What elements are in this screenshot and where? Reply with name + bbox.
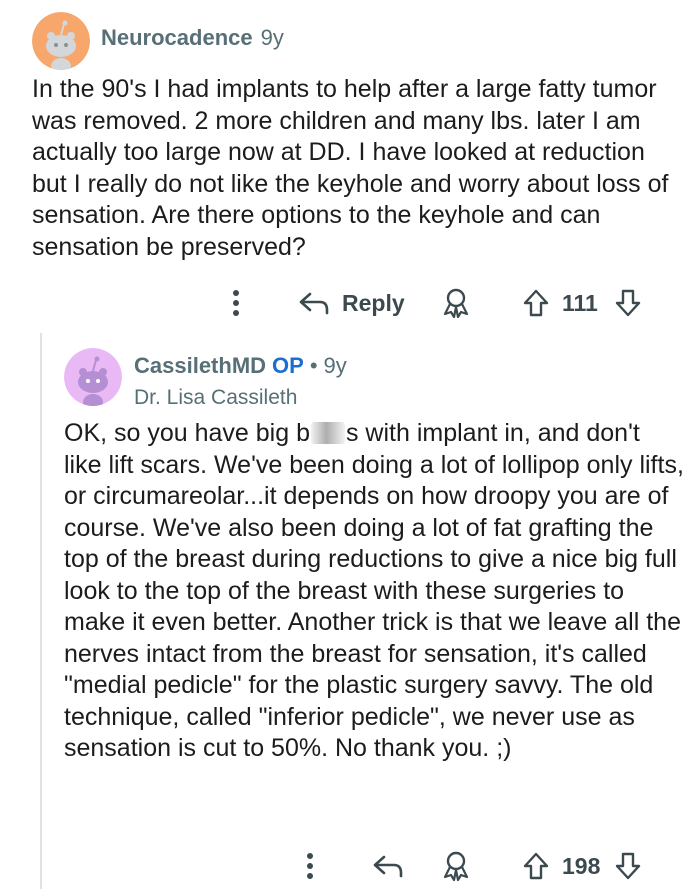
score-value: 111	[562, 289, 598, 316]
upvote-icon	[523, 852, 549, 880]
downvote-icon	[615, 289, 641, 317]
comment-actions: Reply 111	[0, 283, 700, 323]
more-options-button[interactable]	[300, 846, 320, 886]
downvote-button[interactable]	[614, 283, 642, 323]
comment-age: 9y	[260, 25, 284, 50]
reply-label: Reply	[342, 289, 405, 316]
reply-arrow-icon	[299, 292, 329, 315]
comment-body: OK, so you have big bs with implant in, …	[64, 418, 684, 765]
user-flair: Dr. Lisa Cassileth	[134, 386, 298, 409]
score-value: 198	[562, 852, 601, 879]
comment-body-rest: s with implant in, and don't like lift s…	[64, 419, 684, 762]
author-name[interactable]: CassilethMD	[134, 353, 266, 378]
censor-blur	[310, 422, 345, 444]
snoo-avatar-icon	[64, 348, 122, 406]
reply-arrow-icon	[373, 855, 403, 878]
op-badge: OP	[272, 353, 304, 378]
vote-score: 198	[562, 846, 600, 886]
downvote-icon	[615, 852, 641, 880]
award-button[interactable]	[442, 846, 470, 886]
upvote-button[interactable]	[522, 283, 550, 323]
avatar[interactable]	[32, 12, 90, 70]
separator: •	[309, 353, 318, 378]
more-options-button[interactable]	[226, 283, 246, 323]
comment-age: 9y	[323, 353, 347, 378]
comment-actions: 198	[0, 846, 700, 886]
award-button[interactable]	[442, 283, 470, 323]
vote-score: 111	[562, 283, 598, 323]
author-name[interactable]: Neurocadence	[101, 25, 253, 50]
award-icon	[443, 851, 469, 881]
comment-body-start: OK, so you have big b	[64, 419, 310, 447]
thread-line[interactable]	[40, 333, 42, 889]
comment-body: In the 90's I had implants to help after…	[32, 75, 669, 261]
upvote-icon	[523, 289, 549, 317]
award-icon	[443, 288, 469, 318]
more-options-icon	[233, 290, 239, 316]
downvote-button[interactable]	[614, 846, 642, 886]
upvote-button[interactable]	[522, 846, 550, 886]
reply-button[interactable]	[372, 846, 404, 886]
snoo-avatar-icon	[32, 12, 90, 70]
avatar[interactable]	[64, 348, 122, 406]
more-options-icon	[307, 853, 313, 879]
reply-button[interactable]: Reply	[298, 283, 405, 323]
